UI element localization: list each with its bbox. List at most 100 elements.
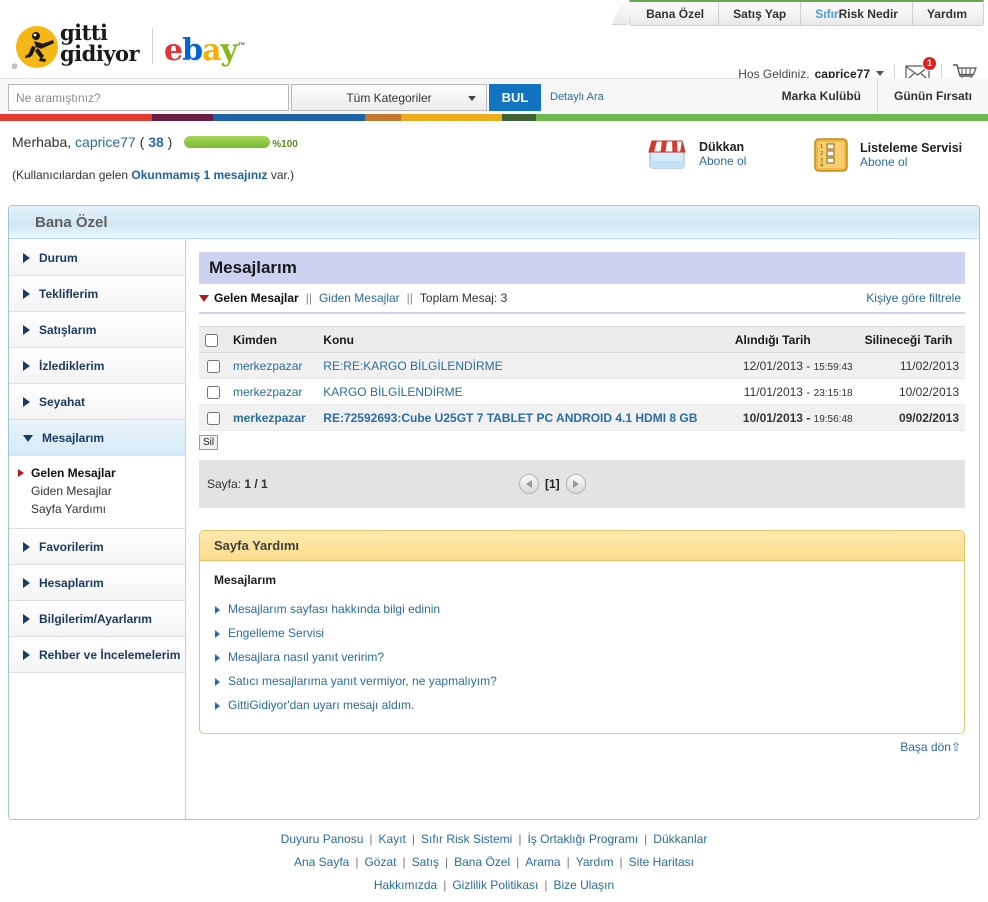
chevron-right-icon [23,360,30,371]
filter-by-person-link[interactable]: Kişiye göre filtrele [866,291,961,305]
footer-link[interactable]: Bize Ulaşın [553,878,614,892]
tab-marka-kulubu[interactable]: Marka Kulübü [765,78,877,114]
footer-separator: | [444,855,449,869]
column-header-received[interactable]: Alındığı Tarih [728,326,859,353]
tab-gunun-firsati[interactable]: Günün Fırsatı [877,78,988,114]
sidebar-subitem-sayfa-yard-m-[interactable]: Sayfa Yardımı [9,500,185,518]
unread-link[interactable]: Okunmamış 1 mesajınız [131,168,267,182]
help-link[interactable]: Satıcı mesajlarıma yanıt vermiyor, ne ya… [214,669,950,693]
row-checkbox[interactable] [206,385,220,399]
search-button[interactable]: BUL [489,84,541,111]
help-link[interactable]: Engelleme Servisi [214,621,950,645]
select-all-checkbox[interactable] [205,333,218,347]
total-messages-label: Toplam Mesaj: 3 [419,291,508,305]
sidebar-item-i-zlediklerim[interactable]: İzlediklerim [9,348,185,384]
promo-dukkan-title: Dükkan [699,140,745,154]
chevron-down-icon[interactable] [876,71,884,76]
footer-link[interactable]: Yardım [576,855,614,869]
chevron-right-icon [23,288,30,299]
row-checkbox[interactable] [206,411,220,425]
chevron-left-icon [526,480,532,488]
help-link[interactable]: Mesajlarım sayfası hakkında bilgi edinin [214,597,950,621]
promo-listeleme-subscribe[interactable]: Abone ol [860,155,962,169]
category-select[interactable]: Tüm Kategoriler [291,84,487,111]
advanced-search-link[interactable]: Detaylı Ara [550,91,604,103]
table-row[interactable]: merkezpazar RE:72592693:Cube U25GT 7 TABL… [199,404,965,431]
back-to-top-link[interactable]: Başa dön⇧ [199,740,965,754]
chevron-right-icon [23,541,30,552]
cell-received-date: 12/01/2013 - 15:59:43 [728,352,859,379]
chevron-right-icon [23,396,30,407]
sidebar-subitem-gelen-mesajlar[interactable]: Gelen Mesajlar [9,464,185,482]
sidebar-item-seyahat[interactable]: Seyahat [9,384,185,420]
footer-link[interactable]: Gözat [364,855,396,869]
sidebar-item-favorilerim[interactable]: Favorilerim [9,529,185,565]
footer-link[interactable]: Satış [412,855,439,869]
row-checkbox[interactable] [206,359,220,373]
help-link[interactable]: GittiGidiyor'dan uyarı mesajı aldım. [214,693,950,717]
table-row[interactable]: merkezpazar RE:RE:KARGO BİLGİLENDİRME 12/0… [199,352,965,379]
help-link[interactable]: Mesajlara nasıl yanıt veririm? [214,645,950,669]
gittigidiyor-logo[interactable]: gitti gidiyor ® [8,22,144,71]
current-page-number[interactable]: [1] [545,477,560,491]
sidebar-item-sat-lar-m[interactable]: Satışlarım [9,312,185,348]
date-separator: - [802,358,814,373]
promo-listeleme[interactable]: 1234 Listeleme Servisi Abone ol [812,136,962,174]
ebay-tm: ™ [236,42,246,52]
chevron-right-icon [23,324,30,335]
sidebar-item-mesajlar-m[interactable]: Mesajlarım [9,420,185,456]
footer-link[interactable]: Duyuru Panosu [281,832,364,846]
subject-link[interactable]: RE:72592693:Cube U25GT 7 TABLET PC ANDRO… [323,411,697,425]
greeting-hello: Merhaba, [12,134,72,150]
footer-link[interactable]: İş Ortaklığı Programı [527,832,638,846]
checklist-icon: 1234 [814,138,848,172]
footer-link[interactable]: Gizlilik Politikası [452,878,538,892]
footer-link[interactable]: Sıfır Risk Sistemi [421,832,512,846]
main-panel: Bana Özel Durum Tekliflerim Satışlarım İzle… [8,205,980,820]
greeting-username[interactable]: caprice77 [75,134,136,150]
column-header-subject[interactable]: Konu [317,326,729,353]
received-time: 15:59:43 [813,361,853,373]
panel-header: Bana Özel [9,206,979,239]
sidebar-item-rehber-ve-i-ncelemelerim[interactable]: Rehber ve İncelemelerim [9,637,185,673]
shop-awning-icon [648,140,686,169]
delete-button[interactable]: Sil [199,435,219,450]
sender-link[interactable]: merkezpazar [233,411,306,425]
tab-giden-mesajlar[interactable]: Giden Mesajlar [319,291,400,305]
sender-link[interactable]: merkezpazar [233,359,302,373]
score-close: ) [167,134,173,150]
footer-link[interactable]: Kayıt [379,832,406,846]
sidebar-item-tekliflerim[interactable]: Tekliflerim [9,276,185,312]
promo-dukkan-subscribe[interactable]: Abone ol [699,154,746,168]
date-separator: - [802,384,814,399]
footer-separator: | [402,855,406,869]
tab-gelen-mesajlar[interactable]: Gelen Mesajlar [214,291,299,305]
footer-link[interactable]: Dükkanlar [653,832,707,846]
footer-link[interactable]: Bana Özel [454,855,510,869]
promo-dukkan[interactable]: Dükkan Abone ol [645,136,746,172]
footer-link[interactable]: Ana Sayfa [294,855,349,869]
chevron-right-icon [23,649,30,660]
column-header-from[interactable]: Kimden [227,326,318,353]
ebay-logo[interactable]: ebay™ [164,32,246,66]
sender-link[interactable]: merkezpazar [233,385,302,399]
subject-link[interactable]: RE:RE:KARGO BİLGİLENDİRME [323,359,502,373]
table-row[interactable]: merkezpazar KARGO BİLGİLENDİRME 11/01/2013… [199,378,965,405]
date-separator: - [802,410,814,425]
footer-link[interactable]: Site Haritası [629,855,694,869]
footer-link[interactable]: Hakkımızda [374,878,437,892]
subject-link[interactable]: KARGO BİLGİLENDİRME [323,385,462,399]
sidebar-item-hesaplar-m[interactable]: Hesaplarım [9,565,185,601]
sidebar-item-durum[interactable]: Durum [9,240,185,276]
received-date: 10/01/2013 [742,410,803,425]
search-input[interactable] [8,84,289,111]
tab-separator-2: || [406,291,413,305]
logo-gidiyor-text: gidiyor [60,41,140,66]
prev-page-button[interactable] [519,474,539,494]
sidebar-subitem-giden-mesajlar[interactable]: Giden Mesajlar [9,482,185,500]
footer-link[interactable]: Arama [525,855,560,869]
sidebar-item-bilgilerim-ayarlar-m[interactable]: Bilgilerim/Ayarlarım [9,601,185,637]
reputation-score[interactable]: 38 [148,134,164,150]
column-header-delete-date[interactable]: Silineceği Tarih [858,326,965,353]
next-page-button[interactable] [565,474,586,494]
